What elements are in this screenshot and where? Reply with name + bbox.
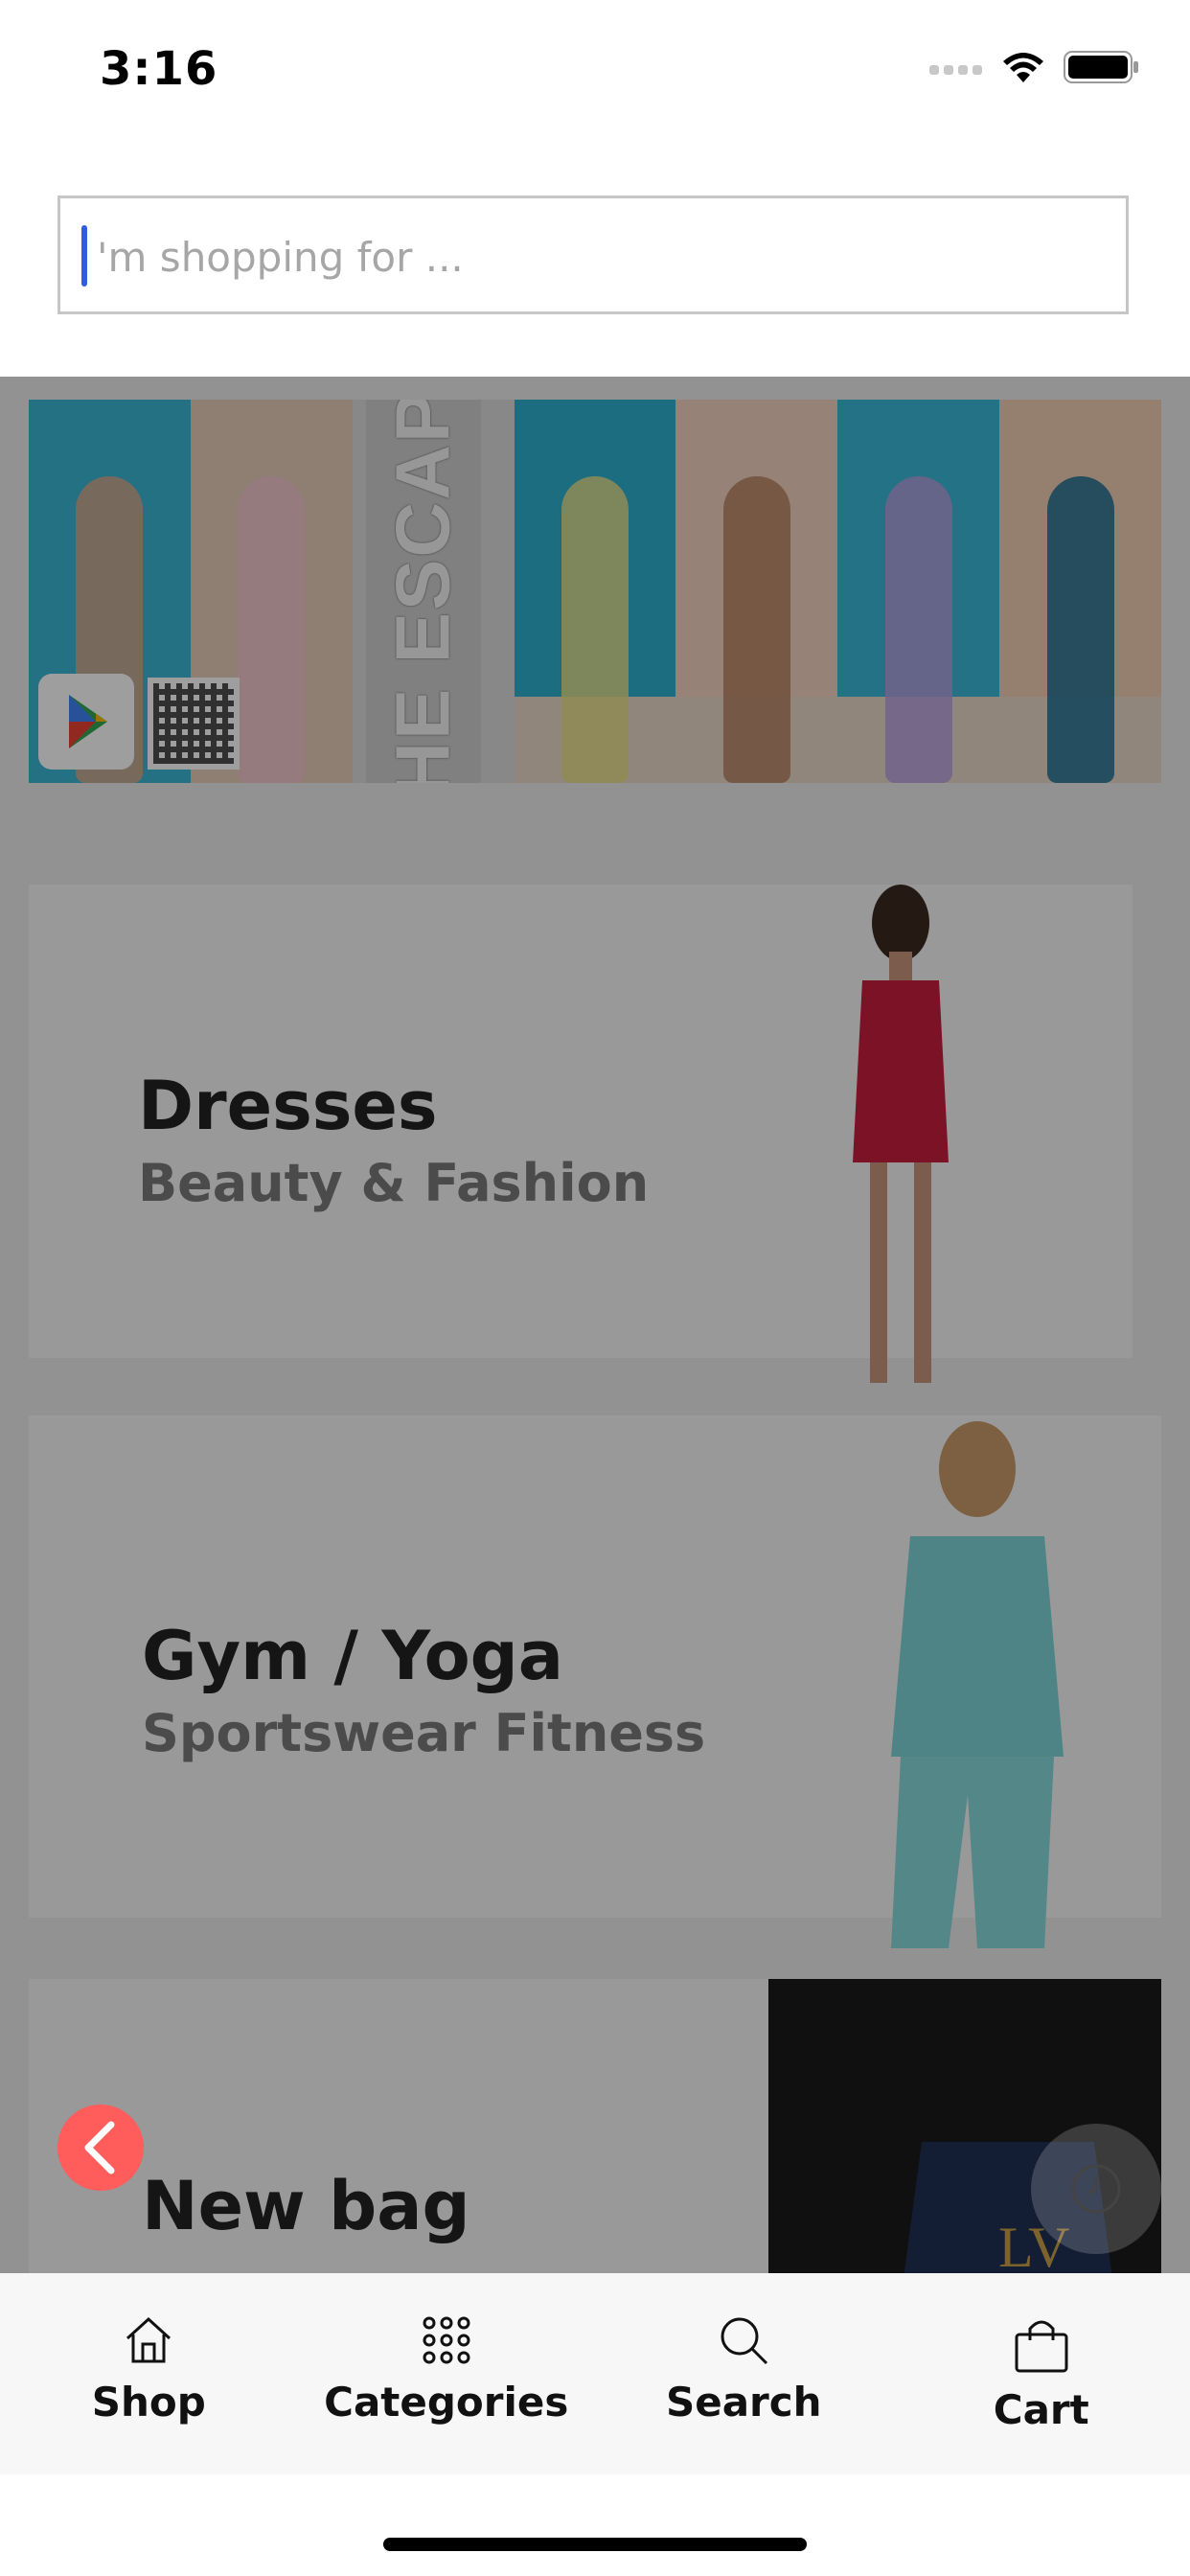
tab-label: Shop: [91, 2379, 206, 2426]
category-title: Dresses: [138, 1067, 438, 1145]
dress-model-image: [853, 885, 949, 1383]
status-icons: [929, 50, 1140, 84]
battery-icon: [1064, 51, 1138, 83]
tab-cart[interactable]: Cart: [893, 2273, 1190, 2474]
tab-bar: Shop Categories Search Cart: [0, 2273, 1190, 2474]
wifi-icon: [1003, 53, 1043, 82]
banner-title: THE ESCAPE: [380, 400, 466, 783]
yoga-model-image: [891, 1421, 1064, 1948]
promo-banner[interactable]: THE ESCAPE: [29, 400, 1161, 783]
search-area: [0, 144, 1190, 377]
tab-shop[interactable]: Shop: [0, 2273, 298, 2474]
category-card-new-bag[interactable]: New bag LV: [29, 1979, 1161, 2274]
category-title: New bag: [142, 2167, 470, 2245]
search-icon: [721, 2317, 768, 2365]
google-play-icon: [69, 695, 107, 748]
history-button[interactable]: [1031, 2124, 1161, 2254]
tab-search[interactable]: Search: [595, 2273, 893, 2474]
banner-title-strip: THE ESCAPE: [366, 400, 481, 783]
tab-label: Categories: [324, 2379, 569, 2426]
status-bar: 3:16: [0, 0, 1190, 144]
search-box[interactable]: [57, 196, 1129, 314]
clock-icon: [1071, 2164, 1121, 2214]
home-content: THE ESCAPE Dresses Beauty & Fashion Gym …: [0, 377, 1190, 2274]
banner-panel: [837, 400, 1000, 783]
bag-icon: [1015, 2320, 1068, 2373]
home-indicator-area: [0, 2474, 1190, 2576]
category-card-gym-yoga[interactable]: Gym / Yoga Sportswear Fitness: [29, 1415, 1161, 1948]
banner-panel: [675, 400, 838, 783]
category-card-dresses[interactable]: Dresses Beauty & Fashion: [29, 885, 1133, 1383]
banner-panel: [514, 400, 676, 783]
signal-icon: [929, 65, 982, 75]
category-subtitle: Sportswear Fitness: [142, 1703, 706, 1763]
chevron-left-icon: [84, 2121, 115, 2174]
status-time: 3:16: [100, 42, 218, 96]
tab-categories[interactable]: Categories: [298, 2273, 596, 2474]
search-input[interactable]: [95, 216, 1114, 298]
banner-panel: [999, 400, 1161, 783]
google-play-badge[interactable]: [38, 674, 134, 770]
qr-code: [148, 678, 240, 770]
category-subtitle: Beauty & Fashion: [138, 1153, 650, 1213]
tab-label: Search: [665, 2379, 822, 2426]
text-caret: [81, 225, 87, 287]
tab-label: Cart: [993, 2386, 1089, 2433]
grid-icon: [423, 2316, 470, 2364]
back-button[interactable]: [57, 2104, 144, 2191]
category-title: Gym / Yoga: [142, 1617, 564, 1695]
home-icon: [126, 2316, 172, 2363]
home-indicator[interactable]: [383, 2538, 807, 2551]
